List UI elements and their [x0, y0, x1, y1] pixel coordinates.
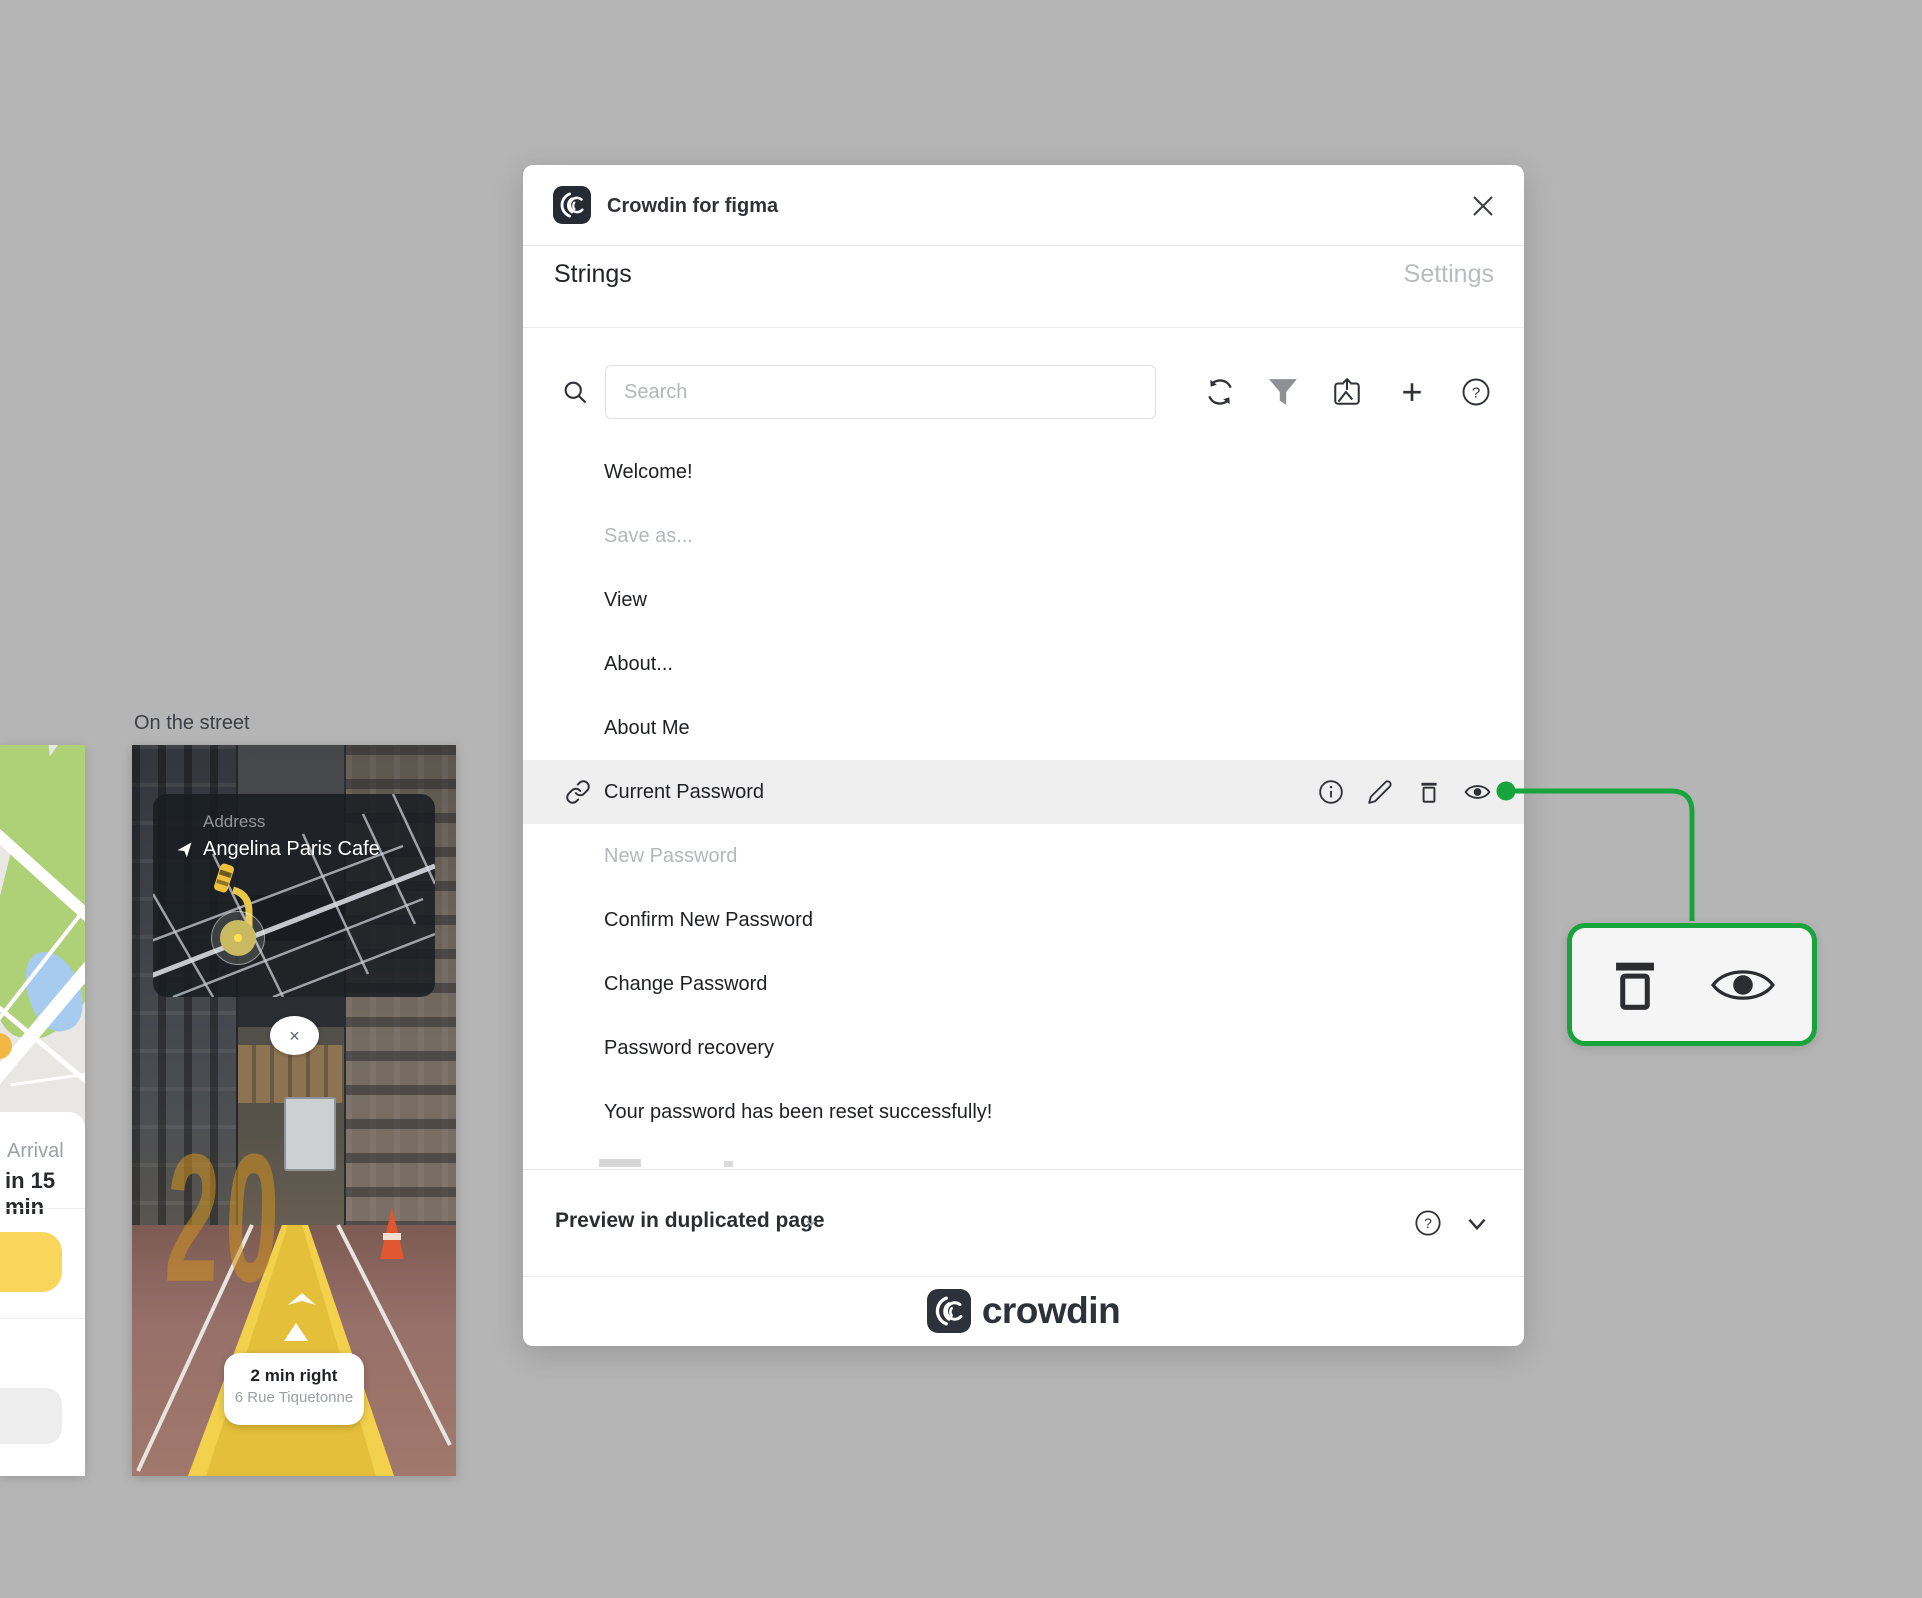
string-row[interactable]: Confirm New Password [523, 888, 1524, 952]
search-icon [564, 381, 587, 404]
direction-primary: 2 min right [250, 1366, 338, 1385]
strings-list: Welcome! Save as... View About... About … [523, 440, 1524, 1144]
crowdin-plugin-window: Crowdin for figma Strings Settings Searc… [523, 165, 1524, 1346]
primary-action-button[interactable] [0, 1232, 62, 1292]
string-row-selected[interactable]: Current Password [523, 760, 1524, 824]
plus-icon: + [1401, 371, 1423, 412]
string-label: Confirm New Password [604, 908, 813, 931]
string-label: About... [604, 652, 673, 675]
string-row[interactable]: Password recovery [523, 1016, 1524, 1080]
clipped-row-fragment [724, 1161, 733, 1167]
info-icon [1318, 780, 1343, 804]
string-row[interactable]: About Me [523, 696, 1524, 760]
direction-card-notch [284, 1323, 308, 1341]
ride-info-panel: Arrival in 15 min [0, 1112, 85, 1476]
header-divider [523, 245, 1524, 246]
string-row[interactable]: Save as... [523, 504, 1524, 568]
string-row[interactable]: New Password [523, 824, 1524, 888]
eye-icon-large [1711, 969, 1775, 1000]
footer-divider [523, 1169, 1524, 1170]
clipped-row-fragment [599, 1159, 641, 1167]
address-value: Angelina Paris Cafe [203, 838, 380, 860]
string-row[interactable]: Your password has been reset successfull… [523, 1080, 1524, 1144]
delete-button[interactable] [1415, 779, 1442, 806]
help-button[interactable]: ? [1460, 376, 1492, 408]
panel-divider [0, 1208, 85, 1209]
crowdin-logo-icon [553, 186, 591, 224]
filter-icon [1269, 379, 1297, 405]
destination-marker [211, 911, 265, 965]
string-row[interactable]: View [523, 568, 1524, 632]
string-row[interactable]: About... [523, 632, 1524, 696]
address-map-card: Address Angelina Paris Cafe [153, 794, 435, 997]
street-truck [284, 1097, 336, 1171]
close-icon: × [289, 1025, 300, 1046]
row-actions [1317, 760, 1491, 824]
trash-icon-large [1616, 962, 1654, 1010]
eye-icon [1464, 785, 1491, 799]
crowdin-logo-icon [926, 1289, 971, 1333]
export-image-icon [1334, 377, 1360, 405]
direction-secondary: 6 Rue Tiquetonne [234, 1389, 354, 1406]
figma-canvas: { "canvas": { "background": "#b5b5b5" },… [0, 0, 1922, 1598]
tab-strings[interactable]: Strings [554, 260, 632, 289]
refresh-button[interactable] [1204, 376, 1236, 408]
arrival-label: Arrival [7, 1140, 64, 1162]
string-label: About Me [604, 716, 690, 739]
ar-street-frame[interactable]: 20 × 2 min right 6 Rue Tiquetonne Addres… [132, 745, 456, 1476]
string-row[interactable]: Change Password [523, 952, 1524, 1016]
arrival-time: in 15 min [5, 1168, 56, 1219]
collapse-chevron-icon[interactable] [1464, 1211, 1490, 1237]
string-label: Password recovery [604, 1036, 775, 1059]
edit-button[interactable] [1366, 779, 1393, 806]
preview-dropdown[interactable]: Preview in duplicated page [555, 1209, 825, 1233]
svg-text:?: ? [1424, 1215, 1432, 1231]
navigation-arrow-icon [177, 842, 192, 858]
svg-text:?: ? [1472, 385, 1480, 402]
road-number-overlay: 20 [162, 1117, 289, 1321]
plugin-title: Crowdin for figma [607, 195, 779, 217]
close-icon[interactable] [1470, 193, 1496, 219]
link-icon [566, 780, 590, 804]
preview-eye-button[interactable] [1464, 779, 1491, 806]
crowdin-brand: crowdin [523, 1276, 1524, 1346]
info-button[interactable] [1317, 779, 1344, 806]
address-label: Address [203, 812, 266, 831]
filter-button[interactable] [1267, 376, 1299, 408]
footer-help-icon[interactable]: ? [1414, 1209, 1442, 1237]
taxi-marker [213, 862, 235, 894]
traffic-cone [380, 1207, 404, 1259]
ar-close-button: × [270, 1016, 319, 1055]
string-label: Welcome! [604, 460, 693, 483]
frame-title[interactable]: On the street [134, 712, 250, 735]
direction-card: 2 min right 6 Rue Tiquetonne [224, 1353, 364, 1425]
search-input[interactable] [605, 365, 1156, 419]
string-row[interactable]: Welcome! [523, 440, 1524, 504]
chevron-down-icon[interactable] [803, 1215, 819, 1231]
string-label: Your password has been reset successfull… [604, 1100, 993, 1123]
panel-divider [0, 1318, 85, 1319]
actions-zoom-callout [1567, 923, 1817, 1046]
tab-settings[interactable]: Settings [1404, 260, 1494, 289]
map-app-frame[interactable]: Arrival in 15 min [0, 745, 85, 1476]
string-label: New Password [604, 844, 738, 867]
add-string-button[interactable]: + [1396, 371, 1428, 412]
pencil-icon [1367, 780, 1392, 804]
mini-map-streets [153, 794, 435, 997]
refresh-icon [1208, 379, 1232, 405]
crowdin-wordmark: crowdin [981, 1290, 1121, 1331]
secondary-action-button[interactable] [0, 1388, 62, 1444]
help-icon: ? [1462, 378, 1490, 406]
export-preview-button[interactable] [1331, 376, 1363, 408]
string-label: Change Password [604, 972, 768, 995]
string-label: Current Password [604, 780, 765, 803]
trash-icon [1420, 782, 1437, 803]
string-label: View [604, 588, 647, 611]
string-label: Save as... [604, 524, 693, 547]
tabs-divider [523, 327, 1524, 328]
